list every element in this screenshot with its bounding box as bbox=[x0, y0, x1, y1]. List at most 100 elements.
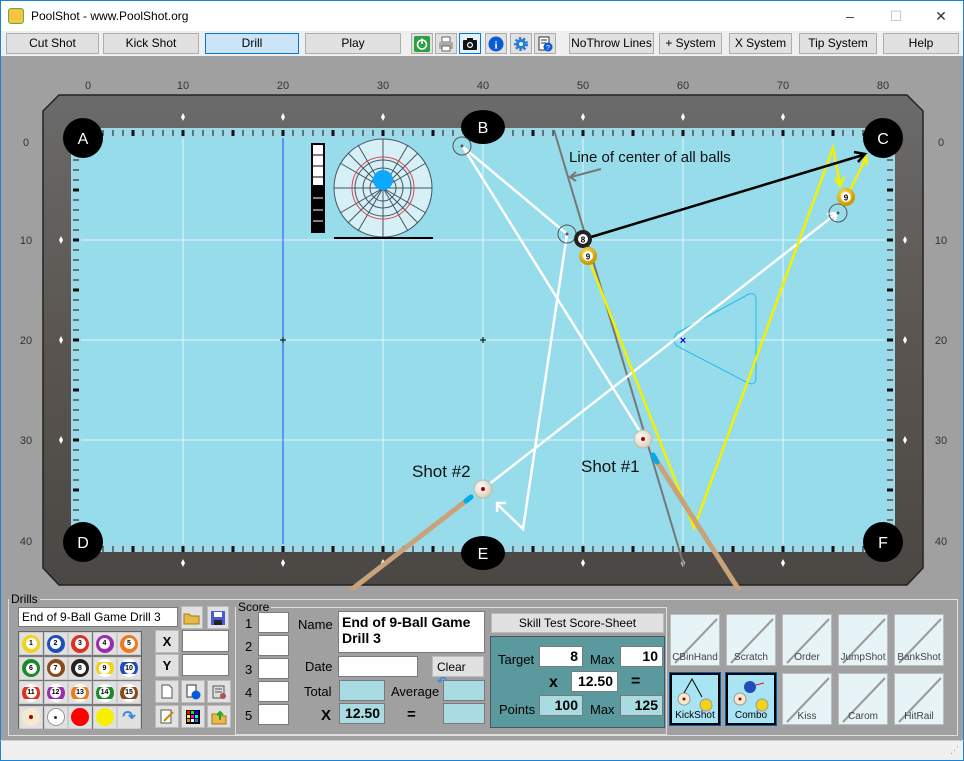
ball-button-4[interactable]: 4 bbox=[92, 632, 117, 655]
red-marker-button[interactable] bbox=[68, 705, 92, 729]
ball-number: 1 bbox=[25, 638, 37, 649]
open-folder-icon[interactable] bbox=[181, 606, 203, 629]
minimize-button[interactable]: – bbox=[827, 1, 873, 31]
new-document-icon[interactable] bbox=[155, 680, 179, 703]
camera-icon[interactable] bbox=[459, 33, 481, 54]
ball-number: 5 bbox=[123, 638, 135, 649]
clear-button[interactable]: Clear ↶ bbox=[432, 656, 484, 688]
nine-ball[interactable]: 9 bbox=[579, 247, 597, 265]
shot-type-kickshot[interactable]: KickShot bbox=[669, 672, 721, 726]
title-bar: PoolShot - www.PoolShot.org – ☐ ✕ bbox=[0, 0, 964, 31]
shot-type-jumpshot[interactable]: JumpShot bbox=[838, 614, 888, 666]
ball-button-9[interactable]: 9 bbox=[92, 656, 117, 680]
ball-button-8[interactable]: 8 bbox=[68, 656, 92, 680]
skill-multiplier-input[interactable]: 12.50 bbox=[571, 671, 618, 692]
score-input-5[interactable] bbox=[258, 704, 289, 725]
ball-button-13[interactable]: 13 bbox=[68, 681, 92, 704]
score-input-2[interactable] bbox=[258, 635, 289, 656]
x-axis-labels: 0 10 20 30 40 50 60 70 80 bbox=[85, 80, 889, 92]
play-button[interactable]: Play bbox=[305, 33, 401, 54]
tip-system-button[interactable]: Tip System bbox=[799, 33, 877, 54]
nine-ball-target[interactable]: 9 bbox=[837, 188, 855, 206]
table-list-icon[interactable] bbox=[207, 680, 231, 703]
ball-button-2[interactable]: 2 bbox=[43, 632, 68, 655]
shot-type-order[interactable]: Order bbox=[782, 614, 832, 666]
plus-system-button[interactable]: + System bbox=[659, 33, 722, 54]
ball-palette: 1 2 3 4 5 6 7 8 9 10 11 12 13 14 15 ↷ bbox=[18, 631, 142, 729]
name-label: Name bbox=[298, 617, 333, 632]
nothrow-lines-button[interactable]: NoThrow Lines bbox=[569, 33, 654, 54]
ball-button-12[interactable]: 12 bbox=[43, 681, 68, 704]
resize-grip-icon[interactable]: ⋰ bbox=[950, 745, 959, 756]
x-system-button[interactable]: X System bbox=[729, 33, 792, 54]
ghost-ball-button[interactable] bbox=[43, 705, 68, 729]
ball-button-15[interactable]: 15 bbox=[117, 681, 141, 704]
ball-button-14[interactable]: 14 bbox=[92, 681, 117, 704]
svg-text:F: F bbox=[878, 535, 888, 552]
ball-button-1[interactable]: 1 bbox=[19, 632, 43, 655]
kick-shot-button[interactable]: Kick Shot bbox=[103, 33, 199, 54]
settings-gear-icon[interactable] bbox=[510, 33, 532, 54]
ball-button-11[interactable]: 11 bbox=[19, 681, 43, 704]
points-max-label: Max bbox=[590, 702, 615, 717]
cut-shot-button[interactable]: Cut Shot bbox=[6, 33, 99, 54]
shot-type-label: KickShot bbox=[675, 710, 715, 721]
svg-text:A: A bbox=[78, 131, 89, 148]
pocket-d: D bbox=[63, 522, 103, 562]
pocket-f: F bbox=[863, 522, 903, 562]
export-folder-icon[interactable] bbox=[207, 705, 231, 728]
drill-button[interactable]: Drill bbox=[205, 33, 299, 54]
cue-ball-button[interactable] bbox=[19, 705, 43, 729]
ball-button-10[interactable]: 10 bbox=[117, 656, 141, 680]
info-icon[interactable]: i bbox=[485, 33, 507, 54]
target-input[interactable]: 8 bbox=[539, 646, 583, 667]
pocket-e: E bbox=[461, 536, 505, 570]
ball-button-3[interactable]: 3 bbox=[68, 632, 92, 655]
score-input-1[interactable] bbox=[258, 612, 289, 633]
score-row-number: 1 bbox=[245, 616, 253, 631]
score-input-3[interactable] bbox=[258, 658, 289, 679]
eight-ball[interactable]: 8 bbox=[574, 230, 592, 248]
ball-button-6[interactable]: 6 bbox=[19, 656, 43, 680]
max-input[interactable]: 10 bbox=[620, 646, 663, 667]
ball-button-7[interactable]: 7 bbox=[43, 656, 68, 680]
x-coordinate-input[interactable] bbox=[182, 630, 229, 652]
skill-test-score-sheet-button[interactable]: Skill Test Score-Sheet bbox=[491, 613, 664, 633]
score-row-number: 5 bbox=[245, 708, 253, 723]
cue-ball-shot2[interactable] bbox=[473, 479, 493, 499]
shot-type-bankshot[interactable]: BankShot bbox=[894, 614, 944, 666]
average-label: Average bbox=[391, 684, 440, 699]
power-icon[interactable] bbox=[411, 33, 433, 54]
cue-ball-shot1[interactable] bbox=[633, 429, 653, 449]
shot-type-combo[interactable]: Combo bbox=[725, 672, 777, 726]
shot-type-carom[interactable]: Carom bbox=[838, 673, 888, 725]
yellow-marker-button[interactable] bbox=[92, 705, 117, 729]
app-icon bbox=[8, 8, 24, 24]
date-input[interactable] bbox=[338, 656, 418, 677]
ball-button-5[interactable]: 5 bbox=[117, 632, 141, 655]
y-tick: 20 bbox=[935, 335, 947, 347]
svg-text:B: B bbox=[478, 120, 489, 137]
y-coordinate-input[interactable] bbox=[182, 654, 229, 676]
maximize-button[interactable]: ☐ bbox=[873, 1, 919, 31]
shot-type-hitrail[interactable]: HitRail bbox=[894, 673, 944, 725]
edit-notes-icon[interactable] bbox=[155, 705, 179, 728]
color-palette-icon[interactable] bbox=[181, 705, 205, 728]
score-name-input[interactable]: End of 9-Ball Game Drill 3 bbox=[338, 611, 485, 653]
stroke-power-meter[interactable] bbox=[311, 143, 325, 233]
redo-arrow-icon[interactable]: ↷ bbox=[117, 705, 141, 729]
shot-type-scratch[interactable]: Scratch bbox=[726, 614, 776, 666]
shot-type-kiss[interactable]: Kiss bbox=[782, 673, 832, 725]
score-input-4[interactable] bbox=[258, 681, 289, 702]
ball-number: 9 bbox=[99, 662, 110, 674]
ball-number: 10 bbox=[123, 662, 135, 674]
save-disk-icon[interactable] bbox=[207, 606, 229, 629]
document-help-icon[interactable] bbox=[181, 680, 205, 703]
close-button[interactable]: ✕ bbox=[918, 1, 964, 31]
printer-icon[interactable] bbox=[435, 33, 457, 54]
shot-type-cbinhand[interactable]: CBinHand bbox=[670, 614, 720, 666]
x-tick: 70 bbox=[777, 80, 789, 92]
help-button[interactable]: Help bbox=[883, 33, 959, 54]
help-document-icon[interactable]: ? bbox=[534, 33, 556, 54]
drill-name-input[interactable]: End of 9-Ball Game Drill 3 bbox=[18, 607, 178, 627]
